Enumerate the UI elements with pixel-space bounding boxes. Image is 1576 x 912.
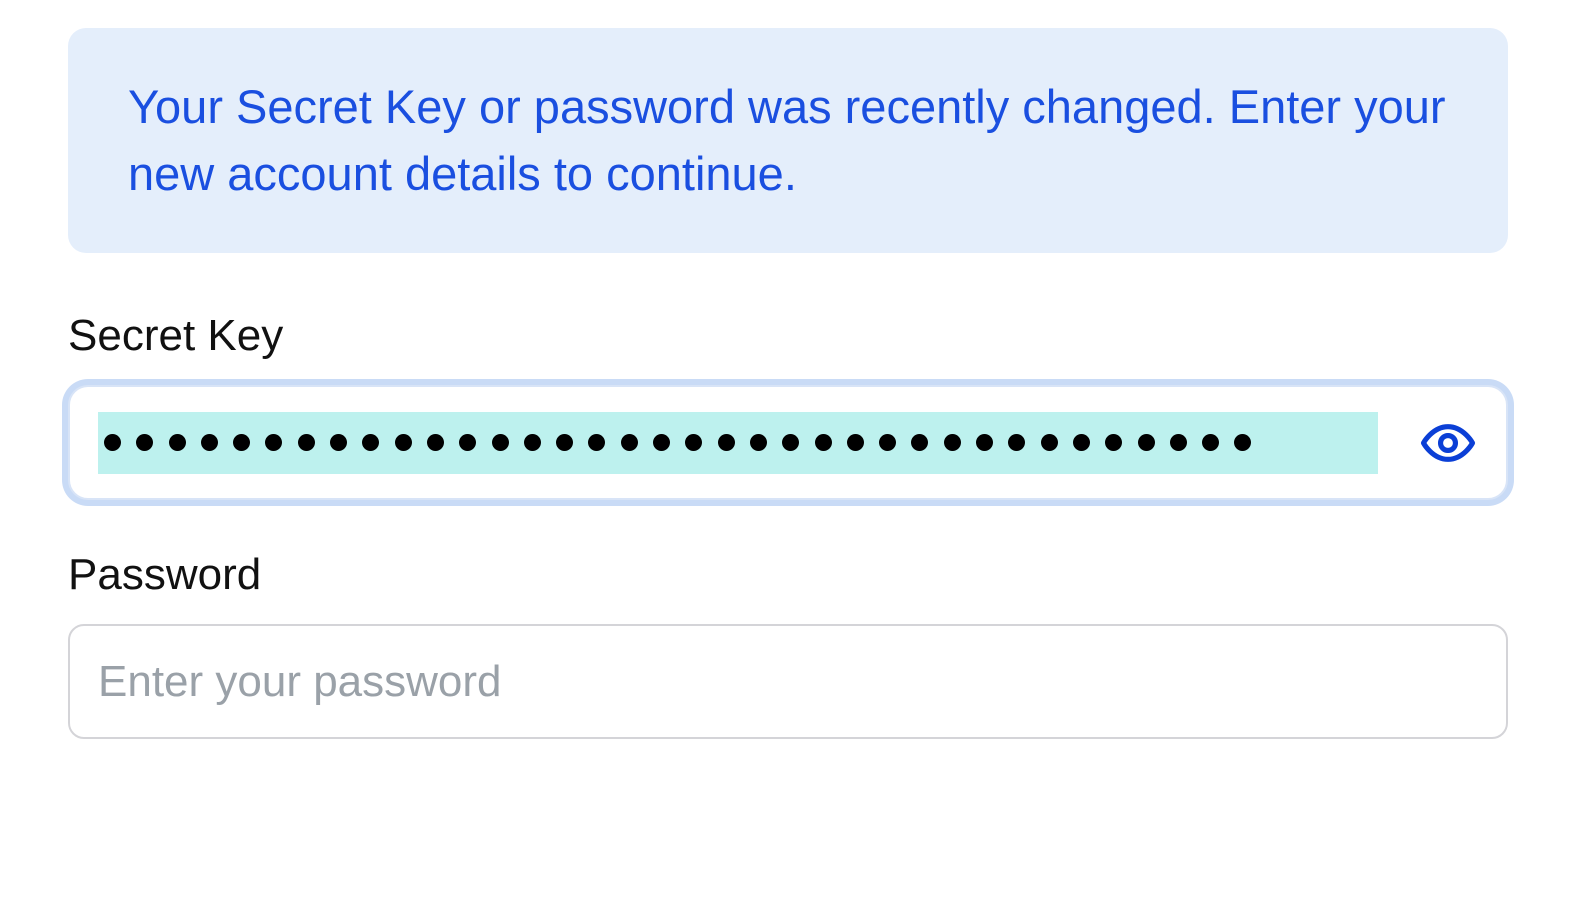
reveal-secret-key-button[interactable] (1418, 413, 1478, 473)
mask-dot (750, 434, 767, 451)
mask-dot (233, 434, 250, 451)
password-field: Password (68, 550, 1508, 739)
credentials-changed-notice: Your Secret Key or password was recently… (68, 28, 1508, 253)
mask-dot (621, 434, 638, 451)
mask-dot (362, 434, 379, 451)
mask-dot (1008, 434, 1025, 451)
password-label: Password (68, 550, 1508, 600)
notice-text: Your Secret Key or password was recently… (128, 80, 1446, 200)
mask-dot (718, 434, 735, 451)
mask-dot (911, 434, 928, 451)
mask-dot (685, 434, 702, 451)
password-input-row[interactable] (68, 624, 1508, 739)
mask-dot (136, 434, 153, 451)
mask-dot (104, 434, 121, 451)
secret-key-label: Secret Key (68, 311, 1508, 361)
mask-dot (653, 434, 670, 451)
mask-dot (265, 434, 282, 451)
mask-dot (815, 434, 832, 451)
mask-dot (330, 434, 347, 451)
mask-dot (169, 434, 186, 451)
mask-dot (1202, 434, 1219, 451)
mask-dot (944, 434, 961, 451)
mask-dot (427, 434, 444, 451)
secret-key-input[interactable] (98, 412, 1378, 474)
secret-key-input-row[interactable] (68, 385, 1508, 500)
secret-key-field: Secret Key (68, 311, 1508, 500)
mask-dot (976, 434, 993, 451)
mask-dot (588, 434, 605, 451)
mask-dot (1138, 434, 1155, 451)
mask-dot (492, 434, 509, 451)
mask-dot (1073, 434, 1090, 451)
mask-dot (1105, 434, 1122, 451)
mask-dot (879, 434, 896, 451)
mask-dot (298, 434, 315, 451)
eye-icon (1420, 415, 1476, 471)
mask-dot (459, 434, 476, 451)
mask-dot (782, 434, 799, 451)
mask-dot (1170, 434, 1187, 451)
mask-dot (395, 434, 412, 451)
mask-dot (201, 434, 218, 451)
mask-dot (1234, 434, 1251, 451)
mask-dot (847, 434, 864, 451)
mask-dot (1041, 434, 1058, 451)
mask-dot (556, 434, 573, 451)
password-input[interactable] (98, 626, 1478, 737)
mask-dot (524, 434, 541, 451)
